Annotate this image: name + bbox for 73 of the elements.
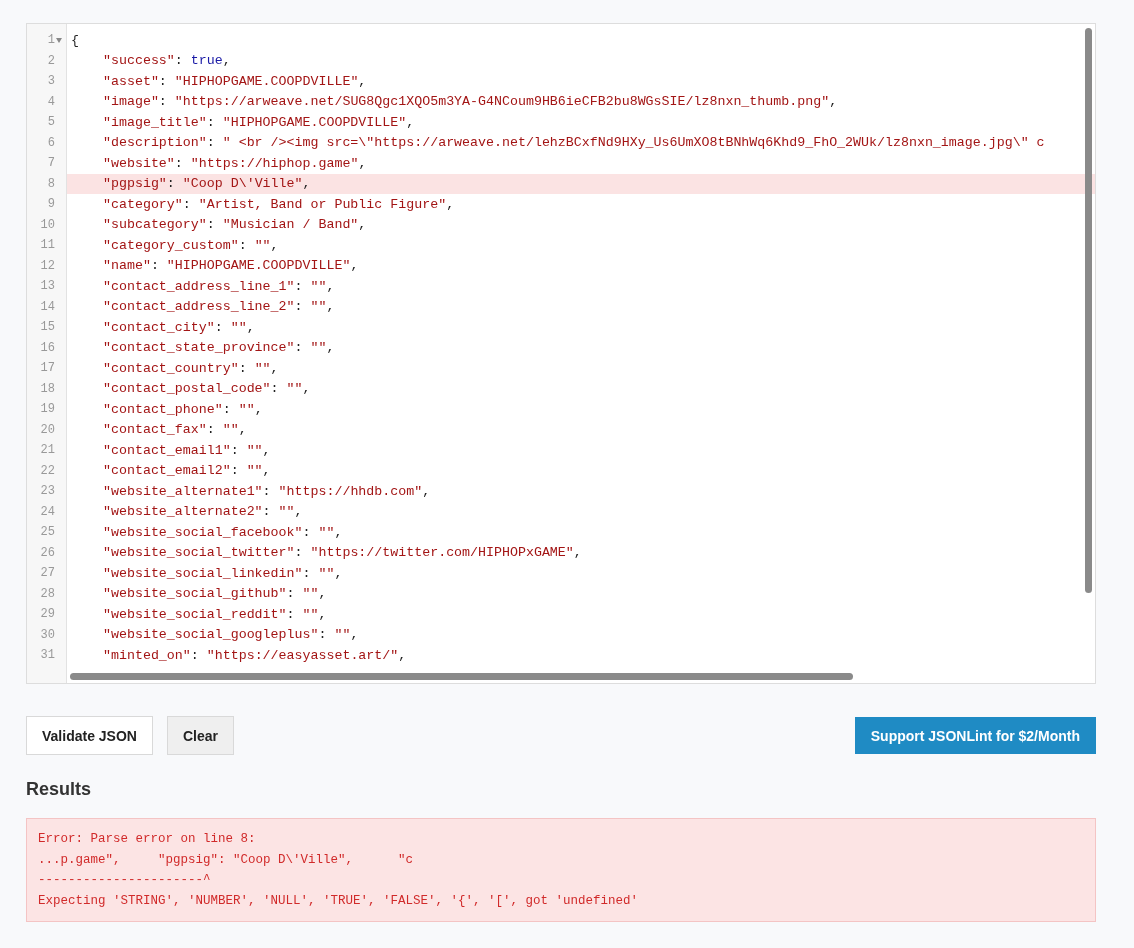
code-line: "website_social_facebook": "", [102, 523, 344, 542]
line-number: 15 [40, 320, 55, 335]
code-line: "category_custom": "", [102, 236, 280, 255]
code-line: "minted_on": "https://easyasset.art/", [102, 646, 408, 665]
code-line: "contact_state_province": "", [102, 339, 336, 358]
line-number: 6 [47, 135, 55, 150]
line-number: 25 [40, 525, 55, 540]
line-number: 13 [40, 279, 55, 294]
line-number: 14 [40, 299, 55, 314]
code-line: "website_social_twitter": "https://twitter.com/HIPHOPxGAME", [102, 544, 583, 563]
code-line: "asset": "HIPHOPGAME.COOPDVILLE", [102, 72, 368, 91]
code-line: "contact_fax": "", [102, 421, 248, 440]
line-number: 12 [40, 258, 55, 273]
support-button[interactable]: Support JSONLint for $2/Month [854, 717, 1096, 754]
line-number: 10 [40, 217, 55, 232]
line-number: 21 [40, 443, 55, 458]
error-text: Expecting 'STRING', 'NUMBER', 'NULL', 'TRUE', 'FALSE', '{', '[', got 'undefined' [38, 892, 640, 910]
line-number: 3 [47, 74, 55, 89]
line-number: 23 [40, 484, 55, 499]
code-line: "contact_address_line_1": "", [102, 277, 336, 296]
line-number: 31 [40, 648, 55, 663]
error-text: ----------------------^ [38, 872, 212, 889]
clear-button[interactable]: Clear [166, 716, 234, 755]
fold-caret-icon[interactable] [56, 37, 62, 43]
validate-json-button[interactable]: Validate JSON [26, 716, 153, 755]
code-line: "image": "https://arweave.net/SUG8Qgc1XQO5m3YA-G4NCoum9HB6ieCFB2bu8WGsSIE/lz8nxn_thumb.png", [102, 93, 839, 112]
code-line: "contact_email2": "", [102, 462, 272, 481]
vertical-scrollbar[interactable] [1085, 28, 1092, 593]
line-number: 8 [47, 176, 55, 191]
code-line: "contact_address_line_2": "", [102, 298, 336, 317]
line-number: 11 [40, 238, 55, 253]
line-number: 26 [40, 545, 55, 560]
line-number: 1 [47, 33, 55, 48]
code-line: "name": "HIPHOPGAME.COOPDVILLE", [102, 257, 360, 276]
code-line: "subcategory": "Musician / Band", [102, 216, 368, 235]
line-number: 17 [40, 361, 55, 376]
line-number: 9 [47, 197, 55, 212]
code-line: "description": " <br /><img src=\"https://arweave.net/lehzBCxfNd9HXy_Us6UmXO8tBNhWq6Khd9_FhO_2WUk/lz8nxn_image.jpg\" c [102, 134, 1046, 153]
line-number: 7 [47, 156, 55, 171]
code-line: "image_title": "HIPHOPGAME.COOPDVILLE", [102, 113, 416, 132]
line-number: 30 [40, 627, 55, 642]
code-line: "website": "https://hiphop.game", [102, 154, 368, 173]
code-line: "website_alternate2": "", [102, 503, 304, 522]
line-number: 28 [40, 586, 55, 601]
error-text: Error: Parse error on line 8: [38, 831, 257, 848]
line-number: 18 [40, 381, 55, 396]
line-number: 16 [40, 340, 55, 355]
line-number: 5 [47, 115, 55, 130]
code-line: { [70, 31, 80, 50]
code-line: "contact_postal_code": "", [102, 380, 312, 399]
json-editor[interactable] [26, 23, 1096, 684]
line-number: 19 [40, 402, 55, 417]
code-line: "category": "Artist, Band or Public Figure", [102, 195, 456, 214]
results-heading: Results [26, 779, 93, 800]
code-line: "website_alternate1": "https://hhdb.com", [102, 482, 432, 501]
line-number: 4 [47, 94, 55, 109]
code-line: "website_social_reddit": "", [102, 605, 328, 624]
code-line: "contact_phone": "", [102, 400, 264, 419]
line-number: 29 [40, 607, 55, 622]
code-line: "contact_email1": "", [102, 441, 272, 460]
line-number: 27 [40, 566, 55, 581]
line-number: 2 [47, 53, 55, 68]
code-line: "contact_city": "", [102, 318, 256, 337]
error-text: ...p.game", "pgpsig": "Coop D\'Ville", "c [38, 851, 415, 869]
line-number: 24 [40, 504, 55, 519]
code-line: "website_social_linkedin": "", [102, 564, 344, 583]
code-line: "website_social_github": "", [102, 585, 328, 604]
horizontal-scrollbar[interactable] [70, 673, 853, 680]
line-number: 20 [40, 422, 55, 437]
code-line: "success": true, [102, 52, 232, 71]
code-line: "contact_country": "", [102, 359, 280, 378]
code-line: "website_social_googleplus": "", [102, 626, 360, 645]
line-number: 22 [40, 463, 55, 478]
